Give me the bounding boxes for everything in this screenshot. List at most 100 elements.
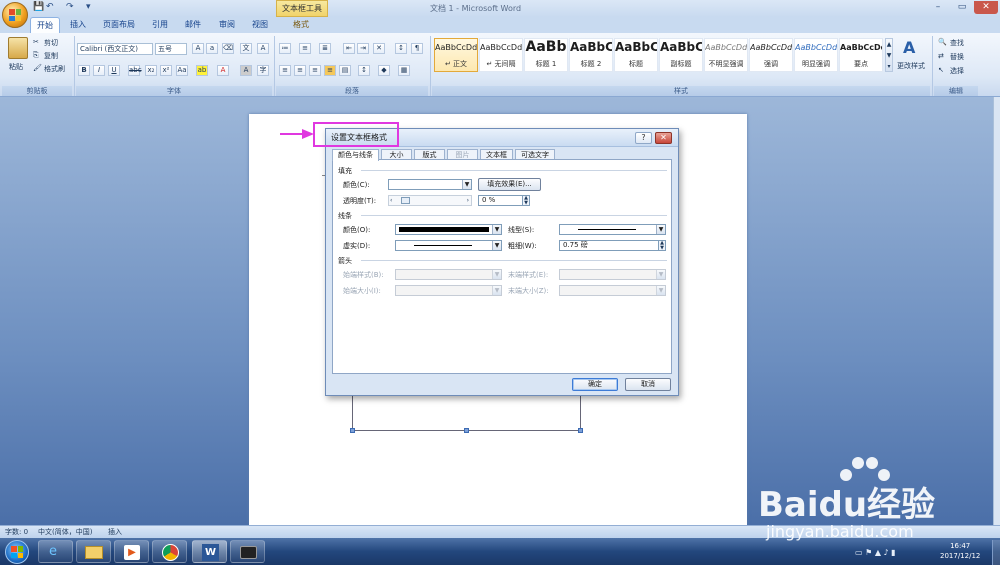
change-styles-button[interactable]: 更改样式	[897, 61, 925, 71]
multilevel-list-icon[interactable]: ≣	[319, 43, 331, 54]
fill-color-combo[interactable]: ▼	[388, 179, 472, 190]
help-button[interactable]: ?	[635, 132, 652, 144]
begin-style-combo[interactable]: ▼	[395, 269, 502, 280]
underline-icon[interactable]: U	[108, 65, 120, 76]
qat-customize-icon[interactable]: ▾	[86, 2, 91, 14]
show-marks-icon[interactable]: ¶	[411, 43, 423, 54]
change-styles-icon[interactable]: A	[903, 38, 915, 57]
ok-button[interactable]: 确定	[572, 378, 618, 391]
vertical-scrollbar[interactable]	[993, 97, 1000, 525]
bullets-icon[interactable]: ≔	[279, 43, 291, 54]
maximize-button[interactable]: ▭	[950, 1, 974, 14]
style-title[interactable]: AaBbC 标题	[614, 38, 658, 72]
dash-combo[interactable]: ▼	[395, 240, 502, 251]
style-normal[interactable]: AaBbCcDd ↵ 正文	[434, 38, 478, 72]
word-count[interactable]: 字数: 0	[5, 526, 28, 538]
styles-scroll-icon[interactable]: ▲ ▼ ▾	[885, 38, 893, 72]
italic-icon[interactable]: I	[93, 65, 105, 76]
fill-effects-button[interactable]: 填充效果(E)...	[478, 178, 541, 191]
tab-home[interactable]: 开始	[30, 17, 60, 33]
paste-icon[interactable]	[8, 37, 28, 59]
copy-icon[interactable]: ⎘	[33, 51, 39, 60]
grow-font-icon[interactable]: A	[192, 43, 204, 54]
save-icon[interactable]: 💾	[33, 2, 44, 14]
tab-page-layout[interactable]: 页面布局	[97, 17, 141, 33]
weight-input[interactable]: 0.75 磅	[559, 240, 666, 251]
office-button[interactable]	[2, 2, 28, 28]
enclose-char-icon[interactable]: 字	[257, 65, 269, 76]
taskbar-media[interactable]: ▶	[114, 540, 149, 563]
taskbar-word[interactable]: W	[192, 540, 227, 563]
strikethrough-icon[interactable]: abc	[128, 65, 142, 76]
insert-mode[interactable]: 插入	[108, 526, 122, 538]
justify-icon[interactable]: ≡	[324, 65, 336, 76]
highlight-icon[interactable]: ab	[196, 65, 208, 76]
transparency-slider[interactable]: ‹ ›	[388, 195, 472, 206]
resize-handle[interactable]	[350, 428, 355, 433]
shrink-font-icon[interactable]: a	[206, 43, 218, 54]
dialog-close-button[interactable]: ✕	[655, 132, 672, 144]
align-right-icon[interactable]: ≡	[309, 65, 321, 76]
replace-icon[interactable]: ⇄	[938, 52, 944, 60]
taskbar-chrome[interactable]	[152, 540, 187, 563]
undo-icon[interactable]: ↶	[46, 2, 54, 14]
cut-icon[interactable]: ✂	[33, 38, 39, 46]
style-no-spacing[interactable]: AaBbCcDd ↵ 无间隔	[479, 38, 523, 72]
text-box[interactable]	[352, 392, 581, 431]
style-strong[interactable]: AaBbCcDd 要点	[839, 38, 883, 72]
char-shading-icon[interactable]: A	[240, 65, 252, 76]
align-left-icon[interactable]: ≡	[279, 65, 291, 76]
format-painter-icon[interactable]: 🖌	[33, 64, 42, 72]
begin-size-combo[interactable]: ▼	[395, 285, 502, 296]
minimize-button[interactable]: –	[926, 1, 950, 14]
char-border-icon[interactable]: A	[257, 43, 269, 54]
tab-review[interactable]: 审阅	[212, 17, 242, 33]
change-case-icon[interactable]: Aa	[176, 65, 188, 76]
select-button[interactable]: 选择	[950, 66, 964, 76]
font-size-combo[interactable]: 五号	[155, 43, 187, 55]
shading-icon[interactable]: ◆	[378, 65, 390, 76]
tray-icons[interactable]: ▭ ⚑ ▲ ♪ ▮	[855, 548, 896, 557]
style-subtitle[interactable]: AaBbC 副标题	[659, 38, 703, 72]
close-button[interactable]: ✕	[974, 1, 998, 14]
style-heading-2[interactable]: AaBbC 标题 2	[569, 38, 613, 72]
clear-format-icon[interactable]: ⌫	[222, 43, 234, 54]
borders-icon[interactable]: ▦	[398, 65, 410, 76]
numbering-icon[interactable]: ≡	[299, 43, 311, 54]
end-style-combo[interactable]: ▼	[559, 269, 666, 280]
tab-references[interactable]: 引用	[145, 17, 175, 33]
resize-handle[interactable]	[464, 428, 469, 433]
superscript-icon[interactable]: x²	[160, 65, 172, 76]
transparency-spinner-icon[interactable]: ▲ ▼	[522, 195, 530, 206]
find-button[interactable]: 查找	[950, 38, 964, 48]
cut-button[interactable]: 剪切	[44, 38, 58, 48]
tab-mailings[interactable]: 邮件	[178, 17, 208, 33]
tab-format[interactable]: 格式	[284, 17, 318, 33]
resize-handle[interactable]	[578, 428, 583, 433]
decrease-indent-icon[interactable]: ⇤	[343, 43, 355, 54]
style-heading-1[interactable]: AaBb 标题 1	[524, 38, 568, 72]
distribute-icon[interactable]: ▤	[339, 65, 351, 76]
subscript-icon[interactable]: x₂	[145, 65, 157, 76]
font-color-icon[interactable]: A	[217, 65, 229, 76]
end-size-combo[interactable]: ▼	[559, 285, 666, 296]
align-center-icon[interactable]: ≡	[294, 65, 306, 76]
increase-indent-icon[interactable]: ⇥	[357, 43, 369, 54]
slider-left-icon[interactable]: ‹	[390, 196, 392, 205]
phonetic-guide-icon[interactable]: 文	[240, 43, 252, 54]
redo-icon[interactable]: ↷	[66, 2, 74, 14]
slider-right-icon[interactable]: ›	[467, 196, 469, 205]
font-name-combo[interactable]: Calibri (西文正文)	[77, 43, 153, 55]
bold-icon[interactable]: B	[78, 65, 90, 76]
taskbar-explorer[interactable]	[76, 540, 111, 563]
line-color-combo[interactable]: ▼	[395, 224, 502, 235]
tab-colors-lines[interactable]: 颜色与线条	[332, 149, 379, 161]
find-icon[interactable]: 🔍	[938, 38, 947, 46]
slider-thumb[interactable]	[401, 197, 410, 204]
paste-button[interactable]: 粘贴	[9, 62, 23, 72]
format-painter-button[interactable]: 格式刷	[44, 64, 65, 74]
line-spacing-icon[interactable]: ↕	[358, 65, 370, 76]
chinese-layout-icon[interactable]: ✕	[373, 43, 385, 54]
show-desktop-button[interactable]	[992, 540, 1000, 565]
weight-spinner-icon[interactable]: ▲ ▼	[658, 240, 666, 251]
